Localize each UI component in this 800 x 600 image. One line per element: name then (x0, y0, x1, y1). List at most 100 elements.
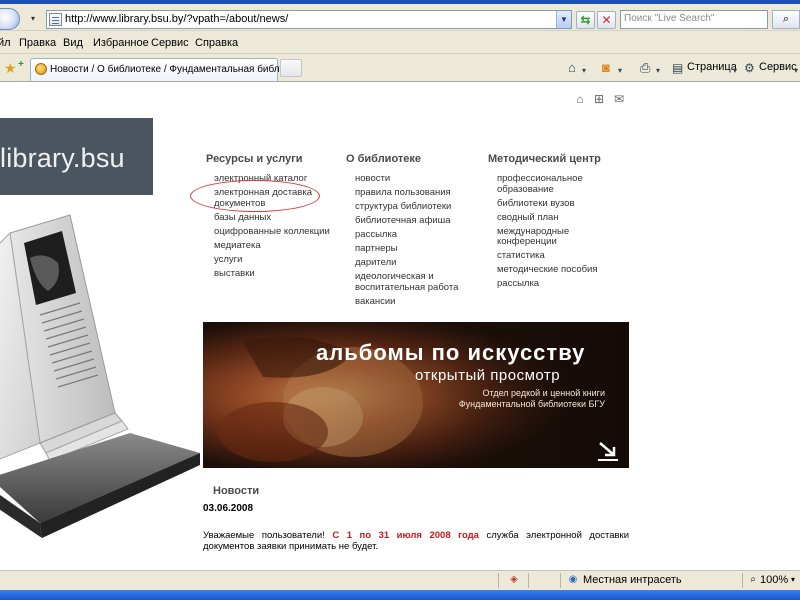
address-dropdown-icon[interactable]: ▼ (556, 11, 571, 28)
menu-edit[interactable]: Правка (19, 37, 56, 49)
nav-link[interactable]: выставки (214, 268, 330, 280)
zone-label[interactable]: Местная интрасеть (583, 574, 682, 586)
nav-link-text: образование (497, 183, 554, 195)
nav-link-text: рассылка (497, 278, 540, 289)
page-icon (49, 13, 62, 26)
column-title-methodical: Методический центр (488, 153, 601, 165)
nav-link-text: услуги (214, 253, 243, 265)
menu-file[interactable]: йл (0, 37, 11, 49)
address-text: http://www.library.bsu.by/?vpath=/about/… (65, 13, 289, 25)
banner-subtitle: открытый просмотр (415, 367, 561, 384)
security-icon[interactable]: ◈ (508, 574, 520, 586)
tab-bar: ★ + Новости / О библиотеке / Фундаментал… (0, 55, 800, 82)
intranet-zone-icon: ◉ (568, 574, 578, 585)
web-page: ⌂ ⊞ ✉ library.bsu Ресурсы и услуги элект… (0, 83, 800, 570)
nav-link[interactable]: вакансии (355, 295, 458, 308)
nav-link[interactable]: статистика (497, 250, 598, 262)
nav-link[interactable]: международные конференции (497, 226, 598, 248)
print-dropdown-icon[interactable]: ▾ (656, 64, 660, 78)
nav-link-text: дарители (355, 257, 397, 268)
home-icon[interactable]: ⌂ (568, 61, 576, 75)
nav-link-text: конференции (497, 236, 557, 247)
nav-link-text: воспитательная работа (355, 281, 459, 293)
status-divider (560, 573, 561, 588)
nav-link[interactable]: идеологическая и воспитательная работа (355, 271, 459, 293)
nav-link[interactable]: библиотеки вузов (497, 197, 598, 210)
menu-view[interactable]: Вид (63, 37, 83, 49)
refresh-icon[interactable]: ⇆ (576, 11, 595, 29)
banner-title: альбомы по искусству (316, 340, 586, 365)
menu-tools[interactable]: Сервис (151, 37, 189, 49)
browser-chrome: ▾ http://www.library.bsu.by/?vpath=/abou… (0, 0, 800, 82)
feeds-dropdown-icon[interactable]: ▾ (618, 64, 622, 78)
nav-link-text: библиотеки вузов (497, 197, 575, 209)
nav-link[interactable]: новости (355, 173, 458, 185)
new-tab-button[interactable] (280, 59, 302, 77)
nav-link[interactable]: партнеры (355, 243, 458, 255)
nav-link-text: оцифрованные коллекции (214, 225, 330, 237)
os-taskbar (0, 590, 800, 600)
history-dropdown-icon[interactable]: ▾ (28, 14, 38, 24)
news-heading[interactable]: Новости (213, 485, 259, 497)
status-bar: ◈ ◉ Местная интрасеть ⌕ 100% ▾ (0, 570, 800, 590)
tab-active[interactable]: Новости / О библиотеке / Фундаментальная… (30, 58, 294, 81)
about-list: новости правила пользования структура библ… (355, 173, 459, 311)
nav-link[interactable]: методические пособия (497, 264, 598, 276)
site-logo[interactable]: library.bsu (0, 118, 153, 195)
nav-link[interactable]: рассылка (355, 229, 458, 241)
address-bar-row: ▾ http://www.library.bsu.by/?vpath=/abou… (0, 4, 800, 31)
nav-link[interactable]: структура библиотеки (355, 201, 458, 213)
zoom-icon: ⌕ (750, 574, 756, 585)
highlight-ellipse (190, 180, 320, 212)
page-dropdown-icon[interactable]: ▾ (733, 64, 737, 78)
stop-icon[interactable]: ✕ (597, 11, 616, 29)
zoom-level[interactable]: 100% (760, 574, 788, 586)
news-text: Уважаемые пользователи! С 1 по 31 июля 2… (203, 530, 629, 552)
banner-note-line2: Фундаментальной библиотеки БГУ (458, 399, 605, 409)
home-dropdown-icon[interactable]: ▾ (582, 64, 586, 78)
search-button-icon[interactable]: ⌕ (772, 10, 800, 29)
nav-link-text: партнеры (355, 243, 398, 254)
favorites-star-icon[interactable]: ★ (4, 61, 17, 75)
add-favorite-icon[interactable]: + (18, 59, 24, 70)
menu-favorites[interactable]: Избранное (93, 37, 149, 49)
news-date: 03.06.2008 (203, 503, 254, 514)
menu-bar: йл Правка Вид Избранное Сервис Справка (0, 32, 800, 54)
tab-title: Новости / О библиотеке / Фундаментальная… (50, 64, 294, 75)
tools-menu[interactable]: Сервис (759, 61, 797, 73)
logo-text: library.bsu (0, 143, 125, 173)
nav-link[interactable]: дарители (355, 257, 458, 269)
menu-help[interactable]: Справка (195, 37, 238, 49)
address-field[interactable]: http://www.library.bsu.by/?vpath=/about/… (46, 10, 572, 29)
mail-icon[interactable]: ✉ (612, 92, 626, 106)
tools-gear-icon: ⚙ (744, 61, 755, 75)
nav-link[interactable]: рассылка (497, 278, 598, 290)
nav-link[interactable]: медиатека (214, 240, 330, 252)
news-text-before: Уважаемые пользователи! (203, 530, 325, 541)
nav-link[interactable]: услуги (214, 253, 330, 266)
nav-link-text: структура библиотеки (355, 201, 452, 212)
search-placeholder: Поиск "Live Search" (624, 13, 715, 24)
arrow-icon[interactable] (595, 440, 621, 462)
tools-dropdown-icon[interactable]: ▾ (794, 64, 798, 78)
home-icon[interactable]: ⌂ (573, 92, 587, 106)
nav-link[interactable]: профессиональное образование (497, 173, 598, 195)
sitemap-icon[interactable]: ⊞ (592, 92, 606, 106)
search-input[interactable]: Поиск "Live Search" (620, 10, 768, 29)
nav-link[interactable]: оцифрованные коллекции (214, 225, 330, 238)
nav-link-text: правила пользования (355, 187, 451, 198)
feeds-icon[interactable]: ◙ (602, 61, 610, 75)
nav-link[interactable]: правила пользования (355, 187, 458, 199)
nav-link[interactable]: библиотечная афиша (355, 215, 458, 227)
nav-link-text: вакансии (355, 295, 396, 307)
nav-link-text: рассылка (355, 229, 398, 240)
nav-link[interactable]: базы данных (214, 211, 330, 224)
page-menu[interactable]: Страница (687, 61, 737, 73)
nav-link-text: базы данных (214, 211, 272, 223)
zoom-dropdown-icon[interactable]: ▾ (787, 574, 799, 586)
print-icon[interactable]: ⎙ (640, 61, 650, 75)
nav-link[interactable]: сводный план (497, 212, 598, 224)
back-button[interactable] (0, 8, 20, 30)
nav-link-text: методические пособия (497, 264, 598, 275)
art-albums-banner[interactable]: альбомы по искусству открытый просмотр О… (203, 322, 629, 468)
